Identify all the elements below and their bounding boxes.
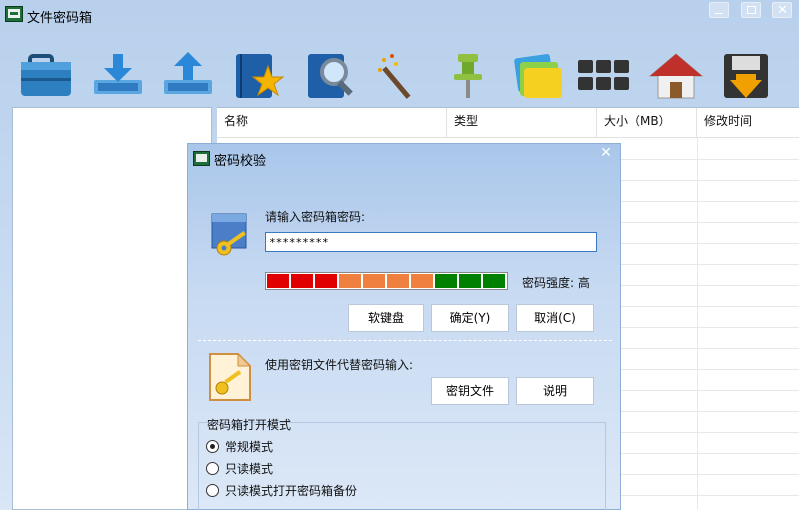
download-icon[interactable] — [90, 50, 146, 102]
strength-segment — [411, 274, 433, 288]
mode-option-label: 只读模式 — [225, 462, 274, 476]
strength-segment — [315, 274, 337, 288]
magic-wand-icon[interactable] — [372, 50, 428, 102]
password-prompt: 请输入密码箱密码: — [265, 210, 366, 224]
search-book-icon[interactable] — [302, 50, 358, 102]
mode-option-readonly-backup[interactable]: 只读模式打开密码箱备份 — [206, 482, 357, 499]
dialog-separator — [198, 340, 612, 341]
soft-keyboard-button[interactable]: 软键盘 — [348, 304, 424, 332]
minimize-button[interactable] — [709, 2, 729, 18]
pin-icon[interactable] — [440, 50, 496, 102]
dialog-close-button[interactable]: ✕ — [596, 145, 616, 165]
strength-label: 密码强度: 高 — [522, 276, 590, 290]
mode-option-label: 常规模式 — [225, 440, 274, 454]
column-header-size[interactable]: 大小（MB） — [597, 108, 697, 138]
column-header-modified[interactable]: 修改时间 — [697, 108, 799, 138]
strength-segment — [435, 274, 457, 288]
password-dialog: 密码校验 ✕ 请输入密码箱密码: 密码强度: 高 软键盘 确定(Y) 取消(C)… — [187, 143, 621, 510]
upload-icon[interactable] — [160, 50, 216, 102]
close-button[interactable]: ✕ — [772, 2, 792, 18]
strength-segment — [339, 274, 361, 288]
help-button[interactable]: 说明 — [516, 377, 594, 405]
grid-icon[interactable] — [576, 50, 632, 102]
ok-button[interactable]: 确定(Y) — [431, 304, 509, 332]
folder-tree[interactable] — [12, 107, 212, 510]
mode-option-normal[interactable]: 常规模式 — [206, 438, 273, 455]
key-file-icon — [208, 352, 252, 402]
dialog-title: 密码校验 — [214, 154, 267, 169]
strength-segment — [291, 274, 313, 288]
mode-option-readonly[interactable]: 只读模式 — [206, 460, 273, 477]
strength-segment — [483, 274, 505, 288]
strength-segment — [387, 274, 409, 288]
radio-indicator[interactable] — [206, 440, 219, 453]
key-file-prompt: 使用密钥文件代替密码输入: — [265, 358, 414, 372]
strength-segment — [267, 274, 289, 288]
radio-indicator[interactable] — [206, 484, 219, 497]
save-icon[interactable] — [718, 50, 774, 102]
key-file-button[interactable]: 密钥文件 — [431, 377, 509, 405]
password-input[interactable] — [265, 232, 597, 252]
strength-meter — [265, 272, 508, 290]
dialog-app-icon — [193, 151, 210, 166]
mode-option-label: 只读模式打开密码箱备份 — [225, 484, 358, 498]
folders-icon[interactable] — [508, 50, 564, 102]
home-icon[interactable] — [648, 50, 704, 102]
column-divider — [697, 138, 698, 510]
column-header-name[interactable]: 名称 — [217, 108, 447, 138]
cancel-button[interactable]: 取消(C) — [516, 304, 594, 332]
maximize-button[interactable] — [741, 2, 761, 18]
strength-segment — [363, 274, 385, 288]
strength-segment — [459, 274, 481, 288]
mode-group-label: 密码箱打开模式 — [207, 418, 292, 432]
title-bar: 文件密码箱 ✕ — [0, 0, 799, 28]
radio-indicator[interactable] — [206, 462, 219, 475]
key-icon — [210, 212, 254, 260]
window-title: 文件密码箱 — [27, 11, 93, 26]
toolbox-icon[interactable] — [18, 50, 74, 102]
app-icon — [5, 6, 23, 22]
toolbar — [0, 50, 799, 106]
column-header-type[interactable]: 类型 — [447, 108, 597, 138]
notebook-star-icon[interactable] — [230, 50, 286, 102]
